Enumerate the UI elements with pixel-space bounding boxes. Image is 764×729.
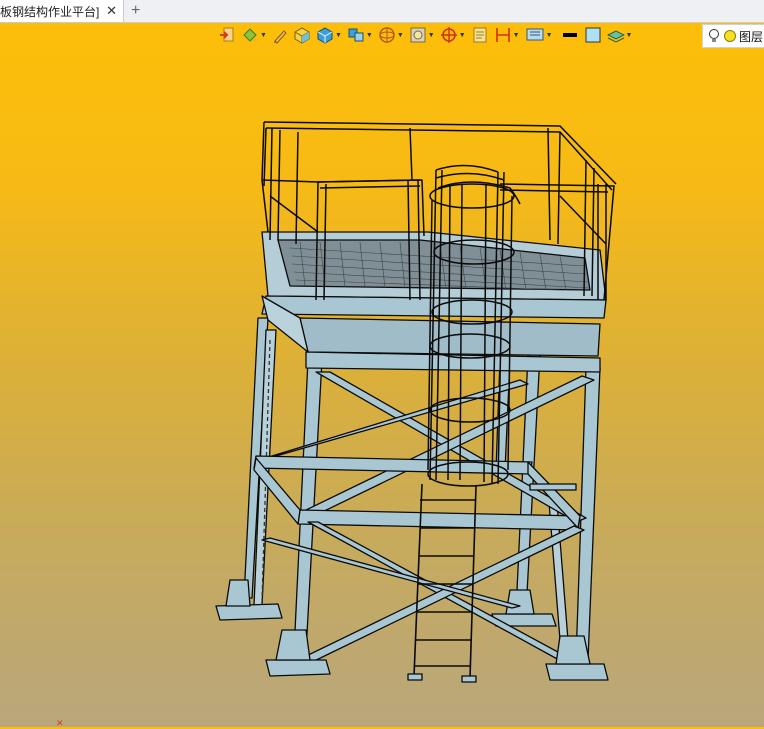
layer-stack-button[interactable]: ▼ <box>606 24 633 46</box>
box-button[interactable] <box>293 24 311 46</box>
handrail-top-back <box>263 121 617 185</box>
chevron-down-icon: ▼ <box>365 31 373 39</box>
document-tab-bar: 板钢结构作业平台] ✕ + <box>0 0 764 23</box>
main-beam-front <box>299 317 601 357</box>
chevron-down-icon: ▼ <box>396 31 404 39</box>
cube-button[interactable]: ▼ <box>316 24 342 46</box>
import-button[interactable] <box>218 24 236 46</box>
multi-view-icon <box>348 28 364 42</box>
mid-beam-rear <box>253 455 533 475</box>
new-tab-button[interactable]: + <box>131 0 140 22</box>
pencil-icon <box>273 30 287 44</box>
lightbulb-icon <box>709 29 719 42</box>
box-solid-icon <box>294 27 310 44</box>
pencil-button[interactable] <box>272 24 288 46</box>
cursor-marker: ✕ <box>56 718 64 728</box>
chevron-down-icon: ▼ <box>625 31 633 39</box>
steel-platform-model <box>215 121 617 683</box>
mid-beam-front <box>297 509 581 531</box>
cube-icon <box>317 27 333 44</box>
chevron-down-icon: ▼ <box>512 31 520 39</box>
chevron-down-icon: ▼ <box>427 31 435 39</box>
sphere-view-icon <box>379 27 395 43</box>
document-tab-title: 板钢结构作业平台] <box>0 4 100 19</box>
close-tab-icon[interactable]: ✕ <box>106 3 117 19</box>
dimension-button[interactable]: ▼ <box>494 24 520 46</box>
target-icon <box>440 27 457 43</box>
face-view-icon <box>410 27 426 43</box>
model-viewport[interactable] <box>0 48 764 727</box>
layer-selector[interactable]: 图层 <box>702 24 764 48</box>
sun-icon <box>724 30 736 42</box>
chevron-down-icon: ▼ <box>458 31 466 39</box>
view-toolbar: ▼ ▼ ▼ ▼ ▼ ▼ ▼ ▼ ▼ <box>218 23 637 47</box>
layer-stack-icon <box>606 30 625 43</box>
layer-label: 图层 <box>739 29 764 44</box>
note-button[interactable] <box>471 24 489 46</box>
line-color-swatch <box>562 33 577 37</box>
import-icon <box>220 27 234 42</box>
display-settings-icon <box>526 28 544 41</box>
handrail-left <box>261 121 421 187</box>
dimension-icon <box>495 28 510 42</box>
face-view-button[interactable]: ▼ <box>409 24 435 46</box>
chevron-down-icon: ▼ <box>334 31 342 39</box>
cage-hoop-1 <box>429 183 515 209</box>
base-plate-front-left <box>265 659 331 677</box>
base-plate-front-right <box>545 663 609 681</box>
sphere-view-button[interactable]: ▼ <box>378 24 404 46</box>
target-button[interactable]: ▼ <box>440 24 466 46</box>
fill-color-swatch <box>585 27 600 43</box>
document-tab[interactable]: 板钢结构作业平台] ✕ <box>0 0 124 22</box>
chevron-down-icon: ▼ <box>260 31 267 39</box>
paint-bucket-icon <box>243 28 258 42</box>
note-icon <box>473 27 487 43</box>
chevron-down-icon: ▼ <box>545 31 553 39</box>
multi-view-button[interactable]: ▼ <box>347 24 373 46</box>
line-color-button[interactable] <box>561 24 579 46</box>
display-settings-button[interactable]: ▼ <box>525 24 553 46</box>
paint-button[interactable]: ▼ <box>241 24 267 46</box>
fill-color-button[interactable] <box>584 24 602 46</box>
